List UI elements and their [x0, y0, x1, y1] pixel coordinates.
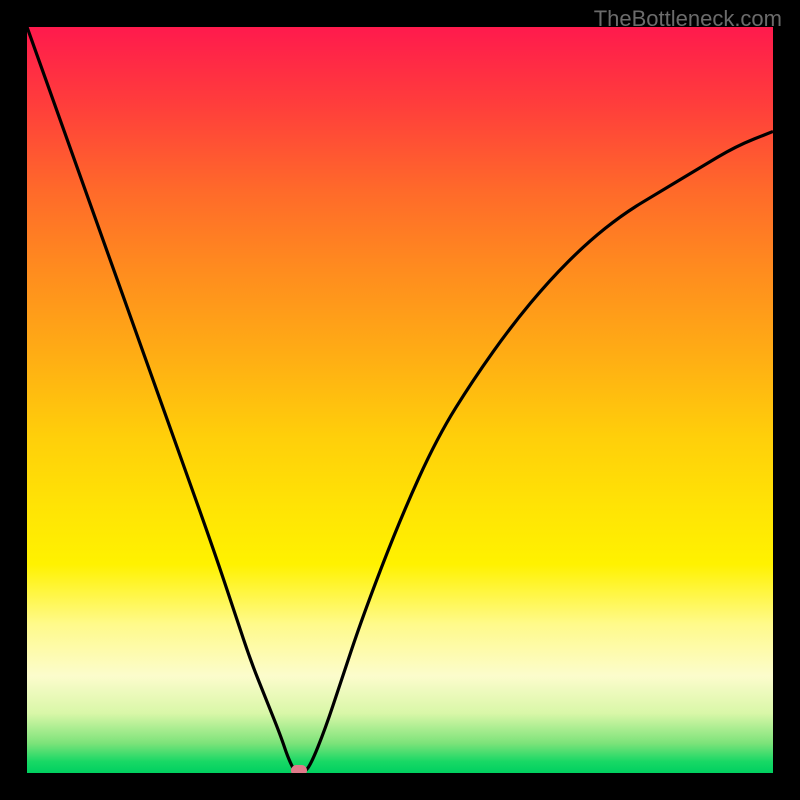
bottleneck-curve: [27, 27, 773, 773]
watermark-text: TheBottleneck.com: [594, 6, 782, 32]
optimal-point-marker: [291, 765, 307, 776]
